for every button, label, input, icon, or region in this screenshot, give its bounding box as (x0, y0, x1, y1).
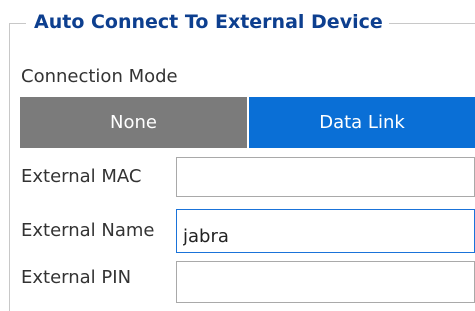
external-pin-label: External PIN (21, 267, 132, 288)
external-mac-input[interactable] (176, 157, 475, 197)
connection-mode-data-link-label: Data Link (319, 112, 405, 133)
connection-mode-data-link-button[interactable]: Data Link (249, 97, 475, 148)
external-pin-input[interactable] (176, 261, 475, 303)
external-name-input[interactable] (176, 209, 475, 253)
connection-mode-none-label: None (110, 112, 157, 133)
connection-mode-none-button[interactable]: None (20, 97, 247, 148)
external-mac-label: External MAC (21, 166, 142, 187)
external-name-label: External Name (21, 220, 155, 241)
group-title: Auto Connect To External Device (26, 6, 389, 38)
auto-connect-panel: Auto Connect To External Device Connecti… (0, 0, 475, 311)
connection-mode-label: Connection Mode (21, 66, 178, 87)
